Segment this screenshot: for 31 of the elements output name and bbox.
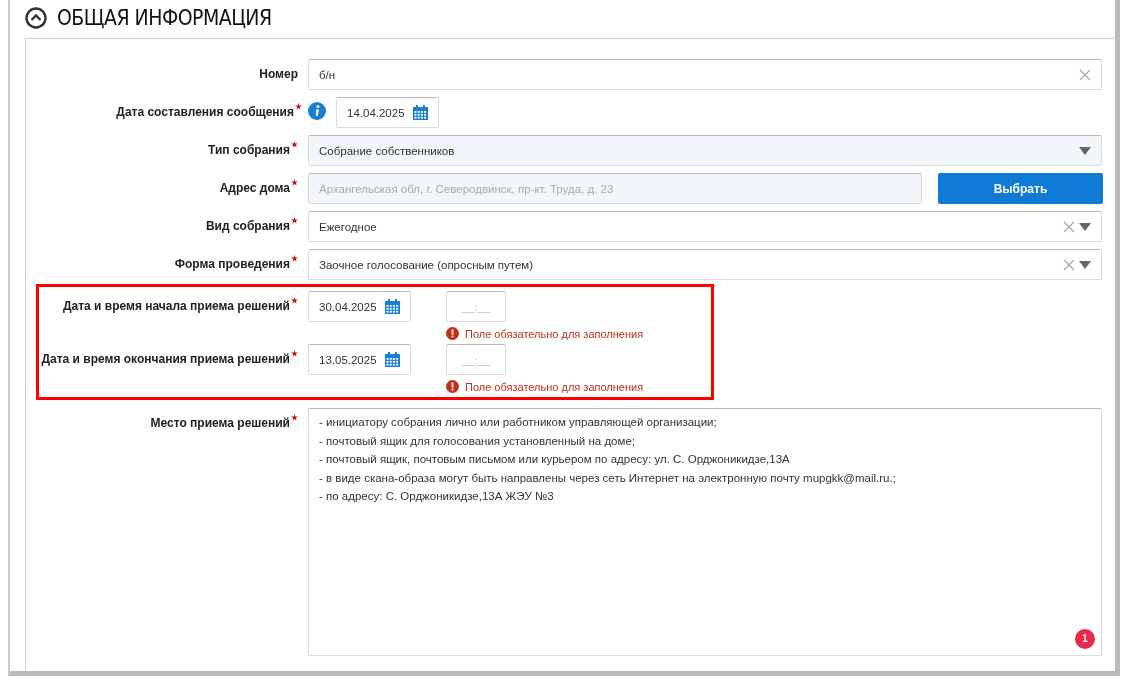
number-field[interactable]: б/н	[308, 59, 1102, 90]
select-button[interactable]: Выбрать	[938, 173, 1103, 204]
error-message: Поле обязательно для заполнения	[465, 380, 644, 393]
field-label: Дата составления сообщения	[116, 105, 294, 119]
date-field[interactable]: 13.05.2025	[308, 344, 411, 375]
select-field[interactable]: Ежегодное	[308, 211, 1102, 242]
info-icon[interactable]	[308, 102, 326, 120]
clear-icon[interactable]	[1079, 68, 1091, 81]
caret-icon[interactable]	[1079, 222, 1091, 231]
caret-icon[interactable]	[1079, 260, 1091, 269]
collapse-icon[interactable]	[25, 7, 47, 29]
date-field[interactable]: 14.04.2025	[336, 97, 439, 128]
calendar-icon[interactable]	[385, 352, 400, 367]
error-icon	[446, 380, 459, 393]
field-label: Адрес дома	[219, 181, 290, 195]
calendar-icon[interactable]	[413, 105, 428, 120]
section-title: ОБЩАЯ ИНФОРМАЦИЯ	[57, 6, 272, 30]
field-label: Форма проведения	[174, 257, 290, 271]
error-icon	[446, 327, 459, 340]
date-field[interactable]: 30.04.2025	[308, 291, 411, 322]
field-label: Вид собрания	[205, 219, 290, 233]
field-label: Номер	[259, 67, 298, 81]
field-label: Дата и время окончания приема решений	[41, 352, 290, 366]
error-message: Поле обязательно для заполнения	[465, 327, 644, 340]
field-label: Место приема решений	[150, 416, 290, 430]
field-label: Тип собрания	[208, 143, 290, 157]
textarea-field[interactable]: - инициатору собрания лично или работником управляющей организации; - почтовый ящик для голосования установленный на доме; - почтовый ящик, почтовым письмом или курьером по адресу: ул. С. Орджоникидзе,13А - в виде скана-образа могут быть направлены через сеть Интернет на электронную почту mupgkk@mail.ru.; - по адресу: С. Орджоникидзе,13А ЖЭУ №3 1	[308, 408, 1102, 656]
field-label: Дата и время начала приема решений	[62, 299, 290, 313]
notification-badge[interactable]: 1	[1075, 629, 1095, 649]
calendar-icon[interactable]	[385, 299, 400, 314]
select-field[interactable]: Заочное голосование (опросным путем)	[308, 249, 1102, 280]
